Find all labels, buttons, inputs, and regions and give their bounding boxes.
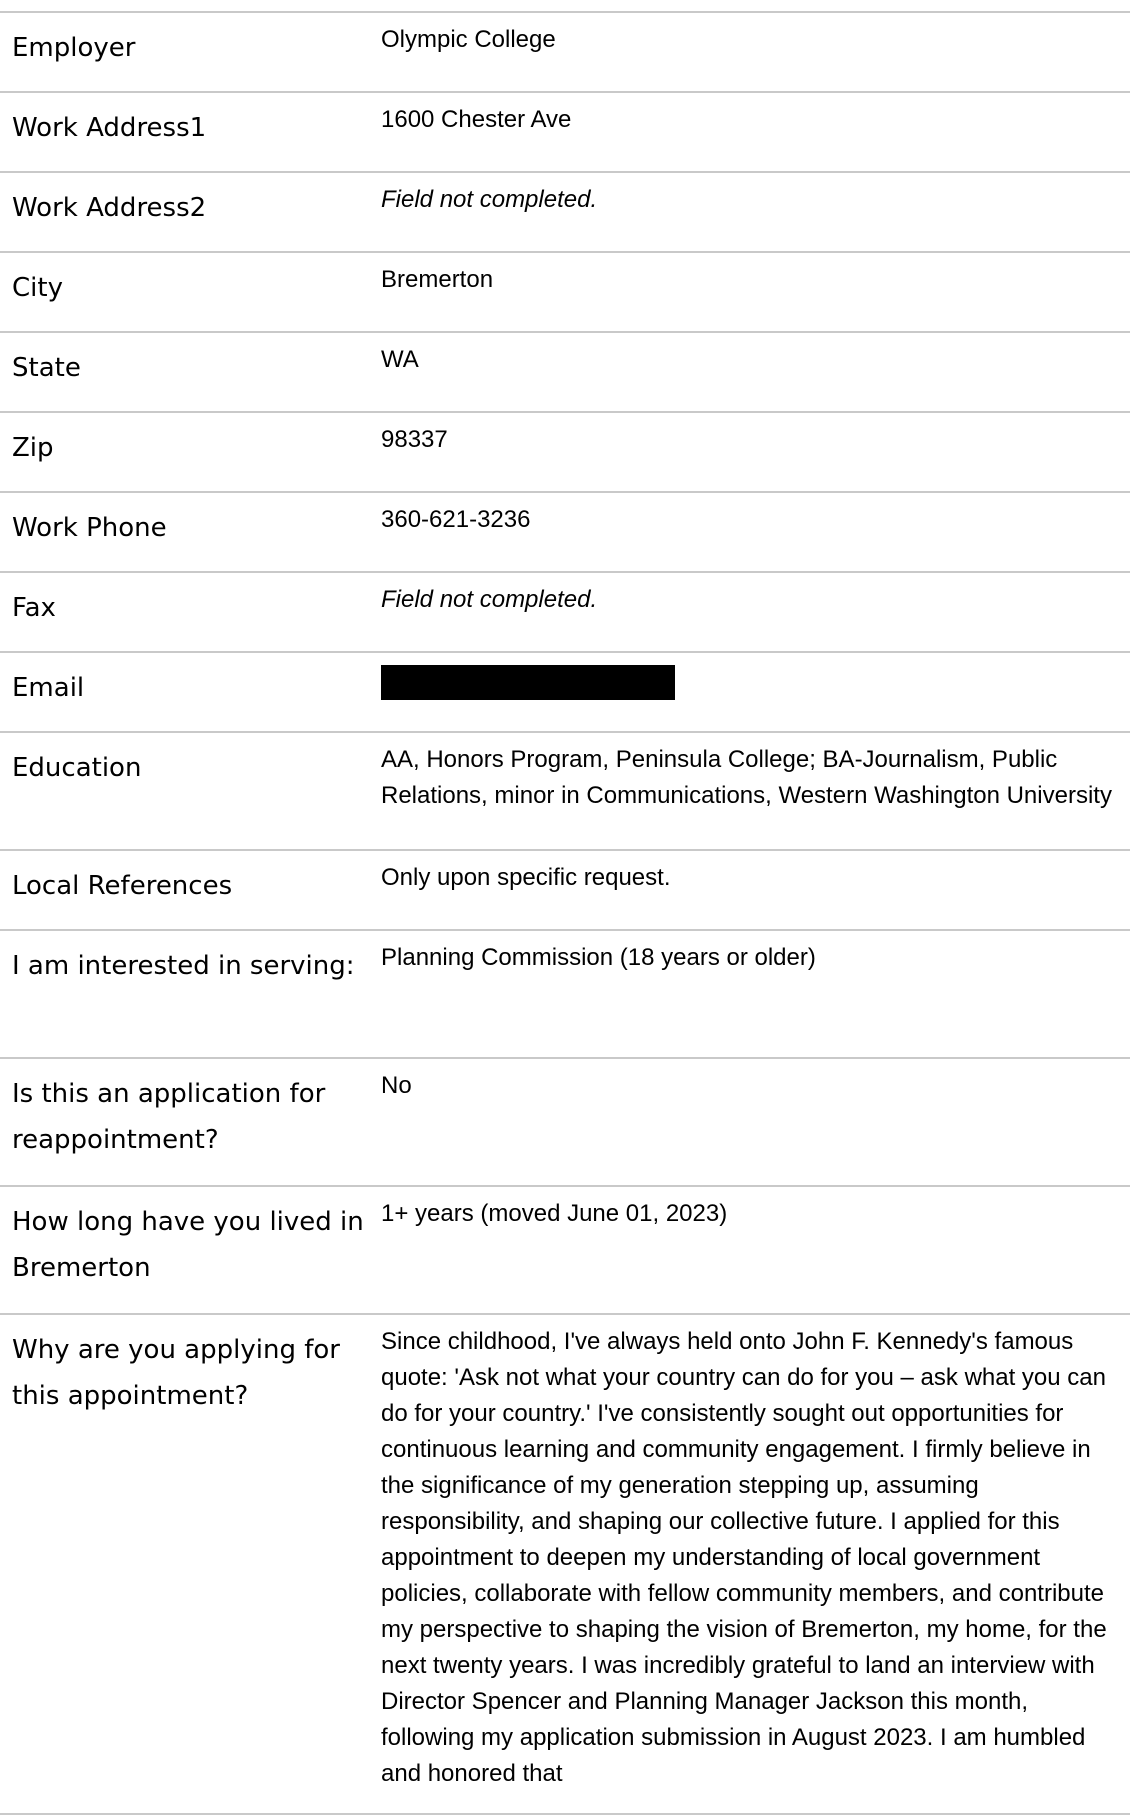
field-value: AA, Honors Program, Peninsula College; B…	[381, 746, 1112, 809]
field-value: 1+ years (moved June 01, 2023)	[381, 1200, 728, 1227]
field-value: Only upon specific request.	[381, 864, 671, 891]
field-value: 1600 Chester Ave	[381, 106, 572, 133]
field-label: Education	[12, 753, 142, 783]
table-row: Employer Olympic College	[0, 13, 1130, 93]
table-row: Email	[0, 653, 1130, 733]
table-row: Work Phone 360-621-3236	[0, 493, 1130, 573]
field-value: Bremerton	[381, 266, 494, 293]
field-label: City	[12, 273, 63, 303]
field-value: Field not completed.	[381, 186, 598, 213]
table-row: Local References Only upon specific reque…	[0, 851, 1130, 931]
field-label: Employer	[12, 33, 136, 63]
table-row: How long have you lived in Bremerton 1+ y…	[0, 1187, 1130, 1315]
field-label: Zip	[12, 433, 54, 463]
table-row: Why are you applying for this appointmen…	[0, 1315, 1130, 1815]
table-top-rule	[0, 0, 1130, 13]
field-value: Planning Commission (18 years or older)	[381, 944, 816, 971]
table-row: Fax Field not completed.	[0, 573, 1130, 653]
redaction-block	[381, 665, 675, 700]
field-label: Is this an application for reappointment…	[12, 1079, 326, 1155]
table-rows: Employer Olympic College Work Address1 1600…	[0, 13, 1130, 1815]
field-label: Why are you applying for this appointmen…	[12, 1335, 340, 1411]
field-value: Field not completed.	[381, 586, 598, 613]
field-value: No	[381, 1072, 412, 1099]
field-value: Since childhood, I've always held onto J…	[381, 1328, 1107, 1787]
table-row: Education AA, Honors Program, Peninsula C…	[0, 733, 1130, 851]
field-value: 98337	[381, 426, 448, 453]
field-label: Fax	[12, 593, 56, 623]
table-row: City Bremerton	[0, 253, 1130, 333]
field-label: State	[12, 353, 81, 383]
field-label: Work Address2	[12, 193, 207, 223]
field-label: Email	[12, 673, 85, 703]
table-row: Zip 98337	[0, 413, 1130, 493]
table-row: Is this an application for reappointment…	[0, 1059, 1130, 1187]
field-value-redacted	[368, 653, 1130, 731]
field-label: I am interested in serving:	[12, 951, 355, 981]
table-row: Work Address2 Field not completed.	[0, 173, 1130, 253]
field-label: Work Address1	[12, 113, 207, 143]
field-value: Olympic College	[381, 26, 556, 53]
table-row: State WA	[0, 333, 1130, 413]
field-label: How long have you lived in Bremerton	[12, 1207, 364, 1283]
field-value: 360-621-3236	[381, 506, 531, 533]
field-label: Local References	[12, 871, 233, 901]
field-label: Work Phone	[12, 513, 167, 543]
table-row: I am interested in serving: Planning Comm…	[0, 931, 1130, 1059]
application-details-table: Employer Olympic College Work Address1 1600…	[0, 0, 1130, 1815]
table-row: Work Address1 1600 Chester Ave	[0, 93, 1130, 173]
field-value: WA	[381, 346, 419, 373]
